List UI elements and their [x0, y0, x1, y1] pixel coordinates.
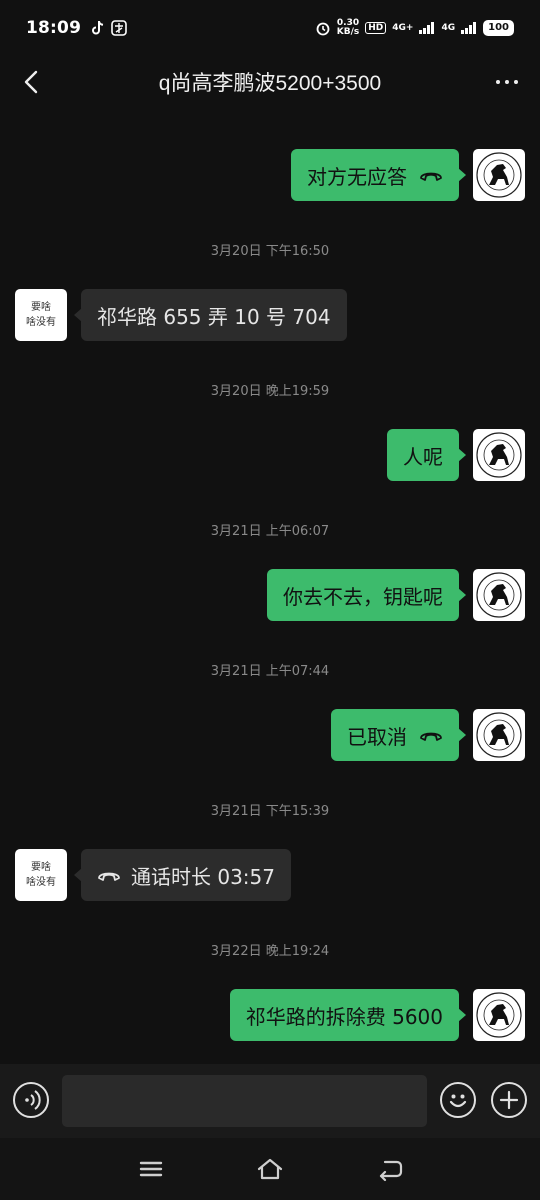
- message-bubble-sent[interactable]: 对方无应答: [291, 149, 466, 201]
- my-avatar[interactable]: [473, 709, 525, 761]
- hd-badge: HD: [365, 22, 387, 34]
- menu-icon[interactable]: [136, 1156, 166, 1182]
- message-bubble-sent[interactable]: 祁华路的拆除费 5600: [229, 989, 467, 1041]
- phone-hangup-icon: [420, 172, 442, 181]
- message-row: 要啥 啥没有 祁华路 655 弄 10 号 704: [0, 289, 540, 341]
- message-text: 祁华路 655 弄 10 号 704: [97, 304, 331, 329]
- back-nav-icon[interactable]: [375, 1156, 405, 1182]
- input-bar: [0, 1064, 540, 1138]
- timestamp: 3月20日 下午16:50: [210, 244, 330, 259]
- message-bubble-sent[interactable]: 人呢: [387, 429, 466, 481]
- status-time: 18:09: [26, 18, 82, 38]
- timestamp: 3月21日 上午07:44: [210, 664, 330, 679]
- voice-input-button[interactable]: [13, 1082, 49, 1118]
- horse-logo-icon: [476, 432, 522, 478]
- message-input[interactable]: [62, 1075, 427, 1127]
- chat-title: q尚高李鹏波5200+3500: [158, 72, 382, 95]
- message-row: 要啥 啥没有 通话时长 03:57: [0, 849, 540, 901]
- timestamp: 3月22日 晚上19:24: [210, 944, 330, 959]
- message-row: 你去不去，钥匙呢: [0, 569, 540, 621]
- message-text: 你去不去，钥匙呢: [283, 584, 443, 609]
- timestamp-cut-off: ·: [0, 108, 540, 115]
- chat-header: q尚高李鹏波5200+3500: [0, 56, 540, 108]
- message-list[interactable]: · 对方无应答 3月20日 下午16:50 要啥 啥没有 祁华路 655 弄 1…: [0, 108, 540, 1064]
- message-bubble-sent[interactable]: 你去不去，钥匙呢: [267, 569, 466, 621]
- message-text: 人呢: [403, 444, 443, 469]
- horse-logo-icon: [476, 712, 522, 758]
- more-actions-button[interactable]: [491, 1082, 527, 1118]
- signal-bars-icon-2: [461, 22, 477, 34]
- timestamp: 3月21日 上午06:07: [210, 524, 330, 539]
- contact-avatar[interactable]: 要啥 啥没有: [15, 849, 67, 901]
- message-row: 祁华路的拆除费 5600: [0, 989, 540, 1041]
- my-avatar[interactable]: [473, 989, 525, 1041]
- phone-hangup-icon: [98, 872, 120, 881]
- plus-icon: [499, 1090, 519, 1110]
- message-bubble-sent[interactable]: 已取消: [331, 709, 466, 761]
- network-speed: 0.30 KB/s: [336, 18, 360, 37]
- timestamp: 3月21日 下午15:39: [210, 804, 330, 819]
- my-avatar[interactable]: [473, 149, 525, 201]
- horse-logo-icon: [476, 572, 522, 618]
- signal-4g-plus: 4G+: [392, 23, 414, 33]
- status-bar: 18:09 0.30 KB/s HD 4G+ 4G 100: [0, 0, 540, 56]
- status-left-icons: [91, 20, 127, 36]
- voice-icon: [25, 1090, 41, 1110]
- message-row: 人呢: [0, 429, 540, 481]
- message-text: 通话时长 03:57: [131, 864, 275, 889]
- message-row: 对方无应答: [0, 149, 540, 201]
- message-bubble-received[interactable]: 祁华路 655 弄 10 号 704: [74, 289, 347, 341]
- alarm-icon: [316, 22, 330, 36]
- phone-hangup-icon: [420, 732, 442, 741]
- signal-4g: 4G: [441, 23, 456, 33]
- system-nav-bar: [0, 1138, 540, 1200]
- tiktok-icon: [92, 20, 104, 35]
- contact-avatar[interactable]: 要啥 啥没有: [15, 289, 67, 341]
- more-options-icon[interactable]: [496, 70, 518, 94]
- back-icon[interactable]: [18, 68, 46, 96]
- message-bubble-received[interactable]: 通话时长 03:57: [74, 849, 291, 901]
- message-text: 已取消: [347, 724, 407, 749]
- horse-logo-icon: [476, 992, 522, 1038]
- signal-bars-icon: [419, 22, 435, 34]
- horse-logo-icon: [476, 152, 522, 198]
- my-avatar[interactable]: [473, 569, 525, 621]
- app-notification-icon: [111, 20, 127, 36]
- emoji-button[interactable]: [440, 1082, 476, 1118]
- message-text: 对方无应答: [307, 164, 407, 189]
- my-avatar[interactable]: [473, 429, 525, 481]
- message-text: 祁华路的拆除费 5600: [245, 1004, 443, 1029]
- home-icon[interactable]: [255, 1156, 285, 1182]
- smiley-icon: [449, 1094, 467, 1108]
- timestamp: 3月20日 晚上19:59: [210, 384, 330, 399]
- battery-indicator: 100: [483, 20, 514, 36]
- status-right: 0.30 KB/s HD 4G+ 4G 100: [315, 19, 514, 37]
- message-row: 已取消: [0, 709, 540, 761]
